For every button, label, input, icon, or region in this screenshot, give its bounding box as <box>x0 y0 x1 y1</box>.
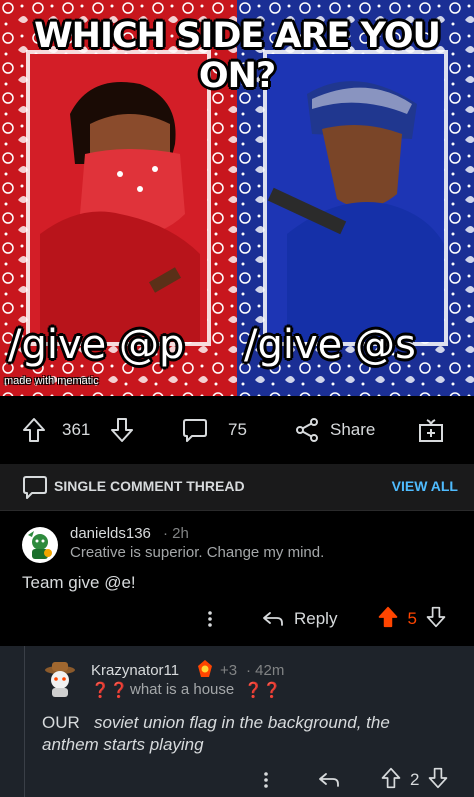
award-icon <box>198 660 212 677</box>
comment: danields136 · 2h Creative is superior. C… <box>0 510 474 646</box>
post-action-bar: 361 75 Share <box>0 396 474 464</box>
share-icon <box>296 418 318 442</box>
comments-button[interactable]: 75 <box>182 396 247 464</box>
comment-upvote-button[interactable] <box>380 767 402 794</box>
downvote-icon <box>429 767 448 788</box>
comment-username[interactable]: danields136 <box>70 525 151 542</box>
upvote-icon <box>379 606 398 627</box>
avatar[interactable] <box>22 527 58 563</box>
comment-body: Team give @e! <box>22 573 136 592</box>
downvote-icon <box>111 418 133 442</box>
comment-score: 2 <box>410 770 420 789</box>
comment-score: 5 <box>407 609 417 628</box>
award-button[interactable] <box>418 396 444 464</box>
upvote-count: 361 <box>62 420 91 439</box>
reply-button[interactable]: Reply <box>262 609 337 629</box>
view-all-link[interactable]: VIEW ALL <box>392 478 458 494</box>
comment-timestamp: · 42m <box>246 662 285 679</box>
comment-action-bar: Reply 5 <box>202 606 447 633</box>
post-image[interactable]: WHICH SIDE ARE YOU ON? /give @p /give @s… <box>0 0 474 396</box>
comment-count: 75 <box>228 420 247 439</box>
watermark: made with mematic <box>4 375 99 387</box>
downvote-button[interactable] <box>110 396 134 464</box>
comment-username[interactable]: Krazynator11 <box>91 662 179 679</box>
reply-icon <box>319 773 339 787</box>
gift-icon <box>419 419 443 442</box>
more-icon[interactable] <box>258 770 274 790</box>
upvote-button[interactable] <box>22 396 46 464</box>
meme-caption-right: /give @s <box>244 322 416 368</box>
share-button[interactable]: Share <box>294 396 375 464</box>
comment-body-prefix: OUR <box>42 713 80 732</box>
meme-title: WHICH SIDE ARE YOU ON? <box>34 16 441 96</box>
downvote-icon <box>426 606 446 627</box>
comment-time: 42m <box>255 662 285 679</box>
upvote-icon <box>381 767 401 788</box>
avatar[interactable] <box>42 660 78 698</box>
more-icon[interactable] <box>202 609 218 629</box>
thread-label: SINGLE COMMENT THREAD <box>54 478 245 494</box>
award-count: +3 <box>220 662 238 679</box>
comment-downvote-button[interactable] <box>425 606 447 633</box>
flair-emoji-prefix: ❓❓ <box>91 682 129 699</box>
comment-body-italic: soviet union flag in the background, the… <box>42 713 390 754</box>
user-flair: what is a house <box>130 681 235 698</box>
thread-line[interactable] <box>24 646 25 797</box>
comment-time: 2h <box>172 525 189 542</box>
comment-upvote-button[interactable] <box>377 606 399 633</box>
red-character-illustration <box>40 82 200 342</box>
flair-emoji-suffix: ❓❓ <box>244 682 282 699</box>
comment-downvote-button[interactable] <box>427 767 449 794</box>
share-label: Share <box>330 420 376 439</box>
comment-action-bar: 2 <box>258 767 449 794</box>
comment-icon <box>183 419 207 442</box>
comment-icon <box>23 476 47 499</box>
reply-comment: Krazynator11 +3 · 42m ❓❓ what is a house… <box>0 646 474 797</box>
reply-button[interactable] <box>318 771 340 789</box>
upvote-icon <box>23 418 45 442</box>
comment-body: OUR soviet union flag in the background,… <box>42 712 442 756</box>
single-comment-thread-bar: SINGLE COMMENT THREAD VIEW ALL <box>0 464 474 510</box>
reply-icon <box>263 612 283 626</box>
comment-timestamp: · 2h <box>163 525 189 542</box>
user-flair: Creative is superior. Change my mind. <box>70 544 325 561</box>
blue-character-illustration <box>267 81 444 342</box>
meme-caption-left: /give @p <box>8 322 185 368</box>
reply-label: Reply <box>294 609 338 628</box>
